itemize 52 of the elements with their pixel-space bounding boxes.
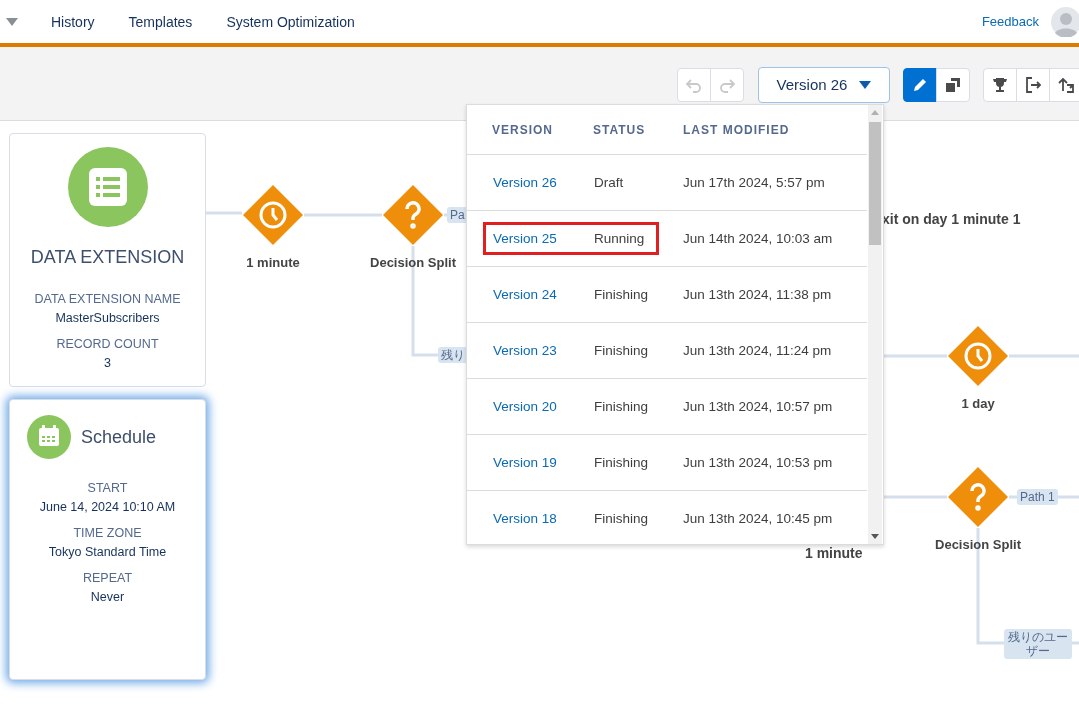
version-link[interactable]: Version 23 [493,343,557,358]
feedback-link[interactable]: Feedback [981,14,1039,29]
date-text: Jun 14th 2024, 10:03 am [683,231,833,246]
data-extension-card[interactable]: DATA EXTENSION DATA EXTENSION NAME MasterSubscribers RECORD COUNT 3 [9,133,206,387]
nav-link[interactable]: Templates [128,13,193,30]
status-text: Draft [594,175,624,190]
date-text: Jun 13th 2024, 10:57 pm [683,399,833,414]
version-link[interactable]: Version 24 [493,287,557,302]
version-link[interactable]: Version 26 [493,175,557,190]
status-text: Finishing [594,399,649,414]
step-label: 1 minute [246,255,300,270]
field-value: MasterSubscribers [55,311,160,325]
date-text: Jun 13th 2024, 11:24 pm [683,343,832,358]
path-label[interactable]: Path 1 [1017,489,1058,505]
status-text: Running [594,231,645,246]
path-label[interactable]: 残りのユーザー [1004,629,1072,659]
field-value: Never [90,590,125,604]
field-label: TIME ZONE [73,526,142,540]
status-text: Finishing [594,343,649,358]
date-text: Jun 13th 2024, 10:45 pm [683,511,833,526]
field-label: DATA EXTENSION NAME [34,292,181,306]
path-label[interactable]: Pa [447,207,468,223]
column-header: VERSION [492,122,553,137]
field-value: June 14, 2024 10:10 AM [39,500,176,514]
field-label: REPEAT [82,571,133,585]
field-value: 3 [104,356,111,370]
version-link[interactable]: Version 20 [493,399,557,414]
card-title: DATA EXTENSION [30,247,185,268]
field-value: Tokyo Standard Time [48,545,167,559]
schedule-card[interactable]: Schedule START June 14, 2024 10:10 AM TIME ZONE Tokyo Standard Time REPEAT Never [9,399,206,680]
step-label: 1 day [961,396,995,411]
field-label: START [87,481,128,495]
wait-label: 1 minute [805,545,863,561]
status-text: Finishing [594,455,649,470]
step-label: Decision Split [370,255,456,270]
version-link[interactable]: Version 18 [493,511,557,526]
date-text: Jun 13th 2024, 10:53 pm [683,455,833,470]
card-title: Schedule [81,426,157,448]
nav-link[interactable]: History [51,13,95,30]
date-text: Jun 17th 2024, 5:57 pm [683,175,825,190]
version-link[interactable]: Version 19 [493,455,557,470]
version-link[interactable]: Version 25 [493,231,557,246]
path-label[interactable]: 残り [438,347,468,363]
date-text: Jun 13th 2024, 11:38 pm [683,287,832,302]
field-label: RECORD COUNT [56,337,159,351]
version-dropdown[interactable]: Version 26 [758,66,890,103]
column-header: STATUS [593,122,646,137]
nav-link[interactable]: System Optimization [226,13,355,30]
status-text: Finishing [594,287,649,302]
step-label: Decision Split [935,537,1021,552]
status-text: Finishing [594,511,649,526]
column-header: LAST MODIFIED [683,122,790,137]
